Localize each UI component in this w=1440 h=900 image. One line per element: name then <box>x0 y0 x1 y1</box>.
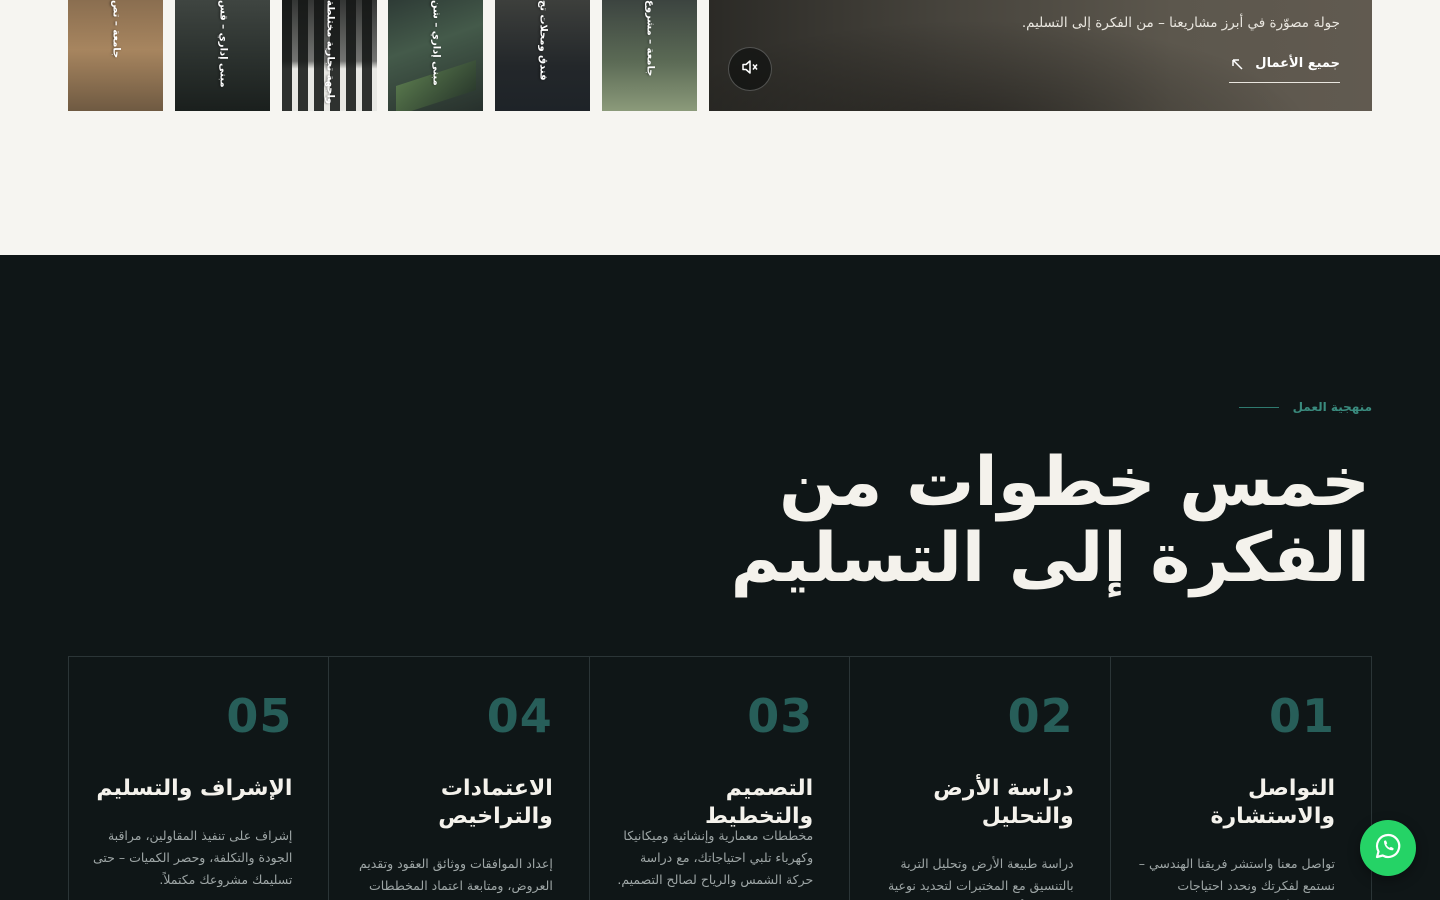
all-works-link[interactable]: جميع الأعمال <box>1229 56 1340 83</box>
step-number: 03 <box>747 689 814 743</box>
step-description: إعداد الموافقات ووثائق العقود وتقديم الع… <box>358 856 553 893</box>
whatsapp-chat-button[interactable] <box>1360 820 1416 876</box>
step-title: التواصل والاستشارة <box>1210 776 1336 829</box>
step-card-3: 03 التصميم والتخطيط مخططات معمارية وإنشا… <box>590 657 851 900</box>
headline-line-1: خمس خطوات من <box>779 443 1370 522</box>
thumbnail-caption: جامعة – تص <box>110 0 122 59</box>
thumbnail-caption: واجهة تجارية مختلطة <box>324 0 336 105</box>
step-description: مخططات معمارية وإنشائية وميكانيكا وكهربا… <box>617 828 814 887</box>
featured-video[interactable]: جولة مصوّرة في أبرز مشاريعنا – من الفكرة… <box>709 0 1372 111</box>
section-headline: خمس خطوات من الفكرة إلى التسليم <box>670 445 1370 597</box>
section-eyebrow: منهجية العمل <box>1238 400 1372 414</box>
speaker-muted-icon <box>741 59 759 79</box>
thumbnail-caption: جامعة – مشروع <box>644 0 656 77</box>
thumbnail-caption: فندق ومحلات تج <box>537 0 549 81</box>
project-thumbnail[interactable]: واجهة تجارية مختلطة <box>282 0 377 111</box>
step-description: دراسة طبيعة الأرض وتحليل التربة بالتنسيق… <box>888 856 1074 893</box>
project-thumbnail[interactable]: جامعة – تص <box>68 0 163 111</box>
step-description: إشراف على تنفيذ المقاولين، مراقبة الجودة… <box>92 828 293 887</box>
project-thumbnail[interactable]: فندق ومحلات تج <box>495 0 590 111</box>
project-thumbnail[interactable]: جامعة – مشروع <box>602 0 697 111</box>
video-subtitle: جولة مصوّرة في أبرز مشاريعنا – من الفكرة… <box>1021 15 1340 31</box>
step-card-4: 04 الاعتمادات والتراخيص إعداد الموافقات … <box>329 657 590 900</box>
step-title: دراسة الأرض والتحليل <box>933 776 1074 829</box>
thumbnail-caption: مبنى إداري – شن <box>430 0 442 86</box>
step-card-1: 01 التواصل والاستشارة تواصل معنا واستشر … <box>1111 657 1371 900</box>
step-title: الإشراف والتسليم <box>96 776 293 801</box>
steps-grid: 05 الإشراف والتسليم إشراف على تنفيذ المق… <box>68 656 1372 900</box>
whatsapp-icon <box>1374 832 1402 864</box>
step-card-2: 02 دراسة الأرض والتحليل دراسة طبيعة الأر… <box>850 657 1111 900</box>
step-description: تواصل معنا واستشر فريقنا الهندسي – نستمع… <box>1138 856 1336 893</box>
step-title: الاعتمادات والتراخيص <box>438 776 553 829</box>
project-thumbnail[interactable]: مبنى إداري – شن <box>388 0 483 111</box>
arrow-up-left-icon <box>1231 58 1244 75</box>
step-number: 01 <box>1269 689 1336 743</box>
step-number: 04 <box>486 689 553 743</box>
step-card-5: 05 الإشراف والتسليم إشراف على تنفيذ المق… <box>69 657 330 900</box>
all-works-label: جميع الأعمال <box>1255 56 1340 71</box>
methodology-section: منهجية العمل خمس خطوات من الفكرة إلى الت… <box>0 255 1440 900</box>
mute-button[interactable] <box>728 47 772 91</box>
thumbnail-caption: مبنى إداري – قس <box>217 0 229 88</box>
eyebrow-label: منهجية العمل <box>1292 400 1372 414</box>
headline-line-2: الفكرة إلى التسليم <box>730 519 1370 598</box>
step-title: التصميم والتخطيط <box>704 776 814 829</box>
project-thumbnails: جامعة – تص مبنى إداري – قس واجهة تجارية … <box>68 0 698 111</box>
step-number: 05 <box>226 689 293 743</box>
portfolio-section: جامعة – تص مبنى إداري – قس واجهة تجارية … <box>0 0 1440 255</box>
eyebrow-divider <box>1238 406 1279 408</box>
step-number: 02 <box>1007 689 1074 743</box>
project-thumbnail[interactable]: مبنى إداري – قس <box>175 0 270 111</box>
